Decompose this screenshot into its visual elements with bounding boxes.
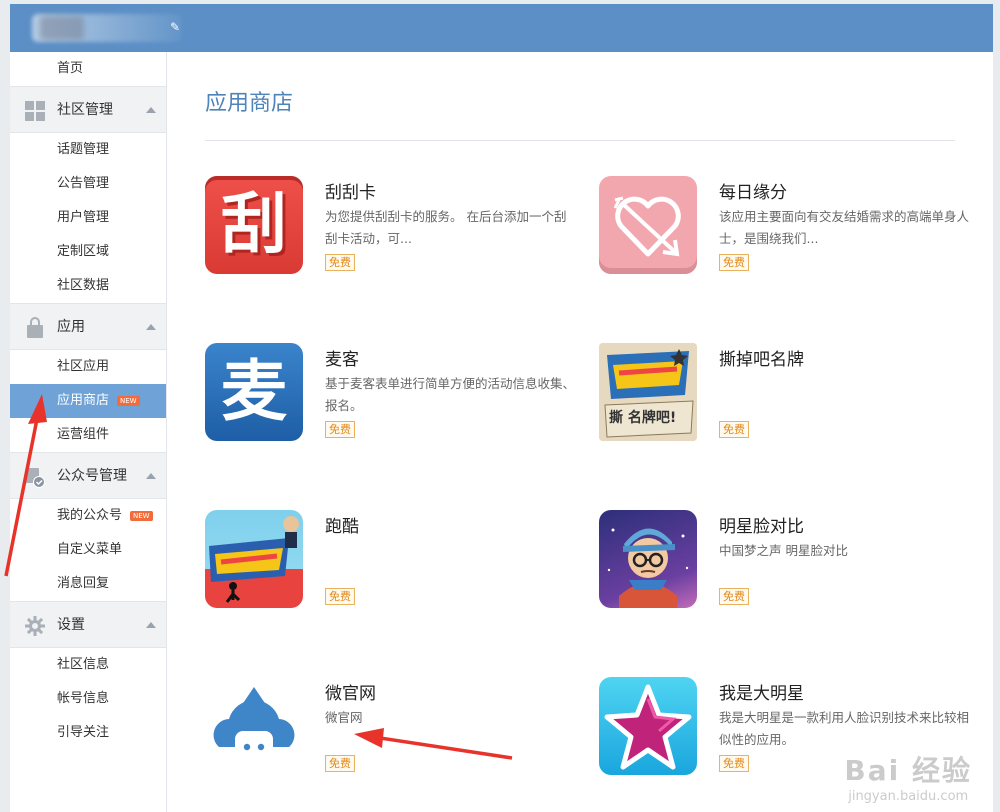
sidebar-item-community-apps[interactable]: 社区应用 [10,350,166,384]
sidebar-item-community-data[interactable]: 社区数据 [10,269,166,303]
cloud-house-svg [213,687,295,771]
app-card-tear-nametag[interactable]: 撕 名牌吧! 撕掉吧名牌 免费 [599,343,969,453]
app-name[interactable]: 刮刮卡 [325,178,376,203]
app-name[interactable]: 明星脸对比 [719,512,804,537]
app-name[interactable]: 每日缘分 [719,178,787,203]
baidu-jingyan-watermark: Bai 经验 jingyan.baidu.com [844,749,972,804]
page-title: 应用商店 [205,91,294,116]
edit-pencil-icon[interactable]: ✎ [170,20,180,34]
sidebar-item-users[interactable]: 用户管理 [10,201,166,235]
free-tag: 免费 [325,254,355,271]
big-star-svg [604,684,692,770]
account-check-icon [26,468,45,488]
free-tag: 免费 [719,588,749,605]
sidebar-group-apps[interactable]: 应用 [10,303,166,350]
running-man-parkour-icon[interactable] [205,510,303,608]
heart-arrow-icon[interactable] [599,176,697,274]
sidebar-group-label: 应用 [57,319,85,335]
sidebar-group-label: 公众号管理 [57,468,127,484]
sidebar-item-community-info[interactable]: 社区信息 [10,648,166,682]
free-tag: 免费 [325,755,355,772]
title-divider [205,140,955,141]
new-badge: NEW [130,511,153,521]
free-tag: 免费 [325,588,355,605]
sidebar: 首页 社区管理 话题管理 公告管理 用户管理 定制区域 社区数据 应用 社区应用… [10,52,167,812]
scratch-card-icon-glyph: 刮 [221,186,287,263]
gear-icon [25,616,45,636]
app-card-daily-fate[interactable]: 每日缘分 该应用主要面向有交友结婚需求的高端单身人士，是围绕我们... 免费 [599,176,969,286]
nametag-icon-text: 撕 名牌吧! [609,410,677,426]
sidebar-group-settings[interactable]: 设置 [10,601,166,648]
sidebar-item-label: 我的公众号 [57,508,123,523]
heart-arrow-svg [613,196,681,257]
bag-icon [27,317,43,338]
app-card-micro-site[interactable]: 微官网 微官网 免费 [205,677,575,787]
sidebar-item-follow-guide[interactable]: 引导关注 [10,716,166,750]
app-card-maike[interactable]: 麦 麦客 基于麦客表单进行简单方便的活动信息收集、报名。 免费 [205,343,575,453]
top-header-bar: ✎ [10,4,993,52]
app-card-star-face[interactable]: 明星脸对比 中国梦之声 明星脸对比 免费 [599,510,969,620]
sidebar-item-my-accounts[interactable]: 我的公众号 NEW [10,499,166,533]
new-badge: NEW [117,396,140,406]
star-face-icon[interactable] [599,510,697,608]
sidebar-item-custom-area[interactable]: 定制区域 [10,235,166,269]
free-tag: 免费 [719,254,749,271]
big-star-icon[interactable] [599,677,697,775]
app-desc: 为您提供刮刮卡的服务。 在后台添加一个刮刮卡活动，可... [325,209,567,246]
account-avatar-blurred [40,16,84,40]
app-name[interactable]: 微官网 [325,679,376,704]
maike-icon[interactable]: 麦 [205,343,303,441]
sidebar-item-custom-menu[interactable]: 自定义菜单 [10,533,166,567]
maike-icon-glyph: 麦 [221,353,287,430]
app-card-scratch-card[interactable]: 刮 刮刮卡 为您提供刮刮卡的服务。 在后台添加一个刮刮卡活动，可... 免费 [205,176,575,286]
watermark-url: jingyan.baidu.com [848,789,969,804]
cloud-house-icon[interactable] [205,677,303,775]
sidebar-group-community[interactable]: 社区管理 [10,86,166,133]
running-man-parkour-svg [209,516,299,603]
sidebar-group-label: 社区管理 [57,102,113,118]
app-desc: 我是大明星是一款利用人脸识别技术来比较相似性的应用。 [719,710,970,747]
sidebar-item-home[interactable]: 首页 [10,52,166,86]
app-name[interactable]: 我是大明星 [719,679,804,704]
chevron-up-icon [146,473,156,479]
sidebar-item-topics[interactable]: 话题管理 [10,133,166,167]
app-name[interactable]: 跑酷 [325,512,359,537]
sidebar-group-official-accounts[interactable]: 公众号管理 [10,452,166,499]
main-content: 应用商店 刮 刮刮卡 为您提供刮刮卡的服务。 在后台添加一个刮刮卡活动，可...… [167,52,993,812]
chevron-up-icon [146,107,156,113]
free-tag: 免费 [325,421,355,438]
sidebar-item-notices[interactable]: 公告管理 [10,167,166,201]
watermark-logo-text: Bai 经验 [844,754,972,787]
sidebar-group-label: 设置 [57,617,85,633]
star-face-svg [607,528,689,608]
sidebar-item-label: 应用商店 [57,393,110,408]
sidebar-item-account-info[interactable]: 帐号信息 [10,682,166,716]
app-desc: 基于麦客表单进行简单方便的活动信息收集、报名。 [325,376,576,413]
scratch-card-icon[interactable]: 刮 [205,176,303,274]
free-tag: 免费 [719,755,749,772]
app-desc: 该应用主要面向有交友结婚需求的高端单身人士，是围绕我们... [719,209,970,246]
app-desc: 微官网 [325,710,363,725]
app-name[interactable]: 麦客 [325,345,359,370]
chevron-up-icon [146,324,156,330]
running-man-nametag-icon[interactable]: 撕 名牌吧! [599,343,697,441]
chevron-up-icon [146,622,156,628]
sidebar-item-app-store[interactable]: 应用商店 NEW [10,384,166,418]
app-name[interactable]: 撕掉吧名牌 [719,345,804,370]
sidebar-item-message-reply[interactable]: 消息回复 [10,567,166,601]
grid-icon [25,101,45,121]
free-tag: 免费 [719,421,749,438]
app-card-parkour[interactable]: 跑酷 免费 [205,510,575,620]
app-desc: 中国梦之声 明星脸对比 [719,543,848,558]
sidebar-item-ops-components[interactable]: 运营组件 [10,418,166,452]
